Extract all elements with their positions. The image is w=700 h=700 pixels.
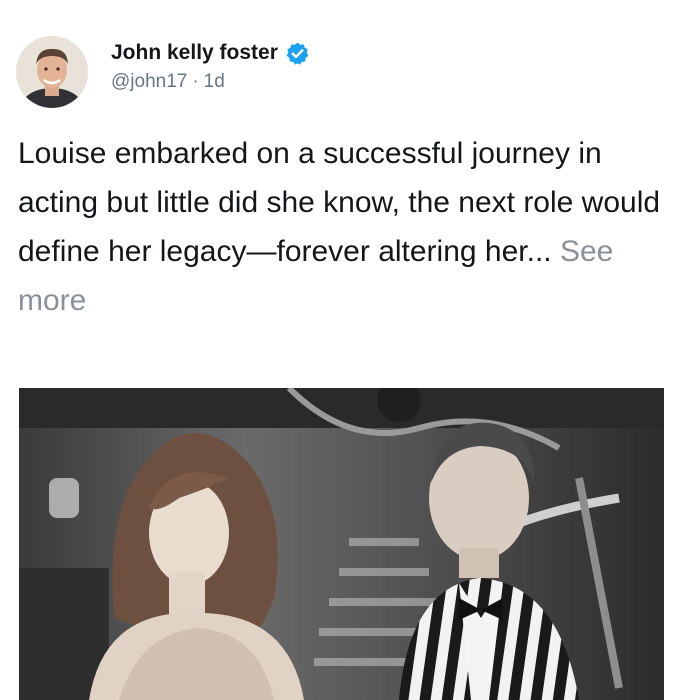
avatar[interactable] [16, 36, 88, 108]
name-row: John kelly foster [111, 39, 310, 67]
tweet-header: John kelly foster @john17 · 1d [16, 36, 684, 112]
photo-image [19, 388, 664, 700]
verified-badge-icon [285, 41, 310, 66]
tweet-photo[interactable] [19, 388, 664, 700]
meta-row: @john17 · 1d [111, 69, 310, 95]
meta-separator: · [192, 71, 199, 92]
avatar-image [16, 36, 88, 108]
user-handle[interactable]: @john17 [111, 71, 187, 92]
user-info: John kelly foster @john17 · 1d [111, 39, 310, 95]
timestamp[interactable]: 1d [204, 71, 225, 92]
display-name[interactable]: John kelly foster [111, 41, 278, 65]
tweet-text: Louise embarked on a successful journey … [18, 129, 682, 325]
